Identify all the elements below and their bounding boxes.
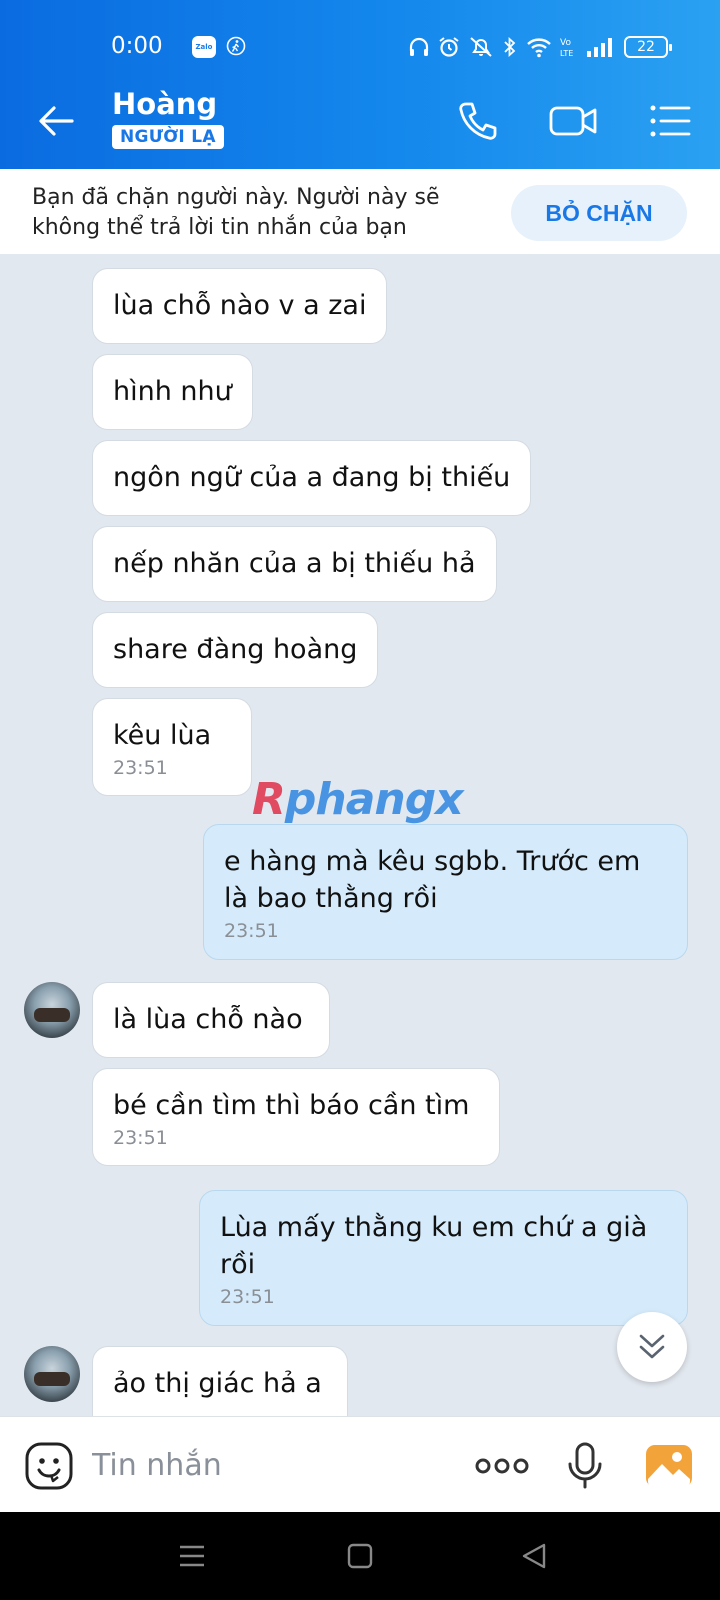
message-timestamp: 23:51 [224, 920, 279, 942]
message-bubble[interactable]: bé cần tìm thì báo cần tìm 23:51 [92, 1068, 500, 1166]
message-timestamp: 23:51 [113, 1127, 168, 1149]
unblock-button[interactable]: BỎ CHẶN [511, 185, 687, 241]
more-options-icon[interactable] [474, 1441, 530, 1491]
message-bubble[interactable]: share đàng hoàng [92, 612, 379, 688]
chat-header: Hoàng NGƯỜI LẠ [0, 73, 720, 169]
message-bubble[interactable]: hình như [92, 354, 253, 430]
running-person-icon [226, 36, 246, 56]
home-icon[interactable] [342, 1538, 378, 1574]
message-composer [0, 1416, 720, 1512]
video-call-icon[interactable] [548, 99, 600, 143]
message-text: ngôn ngữ của a đang bị thiếu [113, 462, 511, 493]
message-text: nếp nhăn của a bị thiếu hả [113, 548, 476, 579]
svg-text:Vo: Vo [560, 38, 571, 48]
message-text: là lùa chỗ nào [113, 1004, 303, 1035]
bluetooth-icon [504, 36, 516, 58]
watermark-logo: Rphangx [252, 774, 464, 825]
message-bubble[interactable]: lùa chỗ nào v a zai [92, 268, 388, 344]
message-bubble[interactable]: là lùa chỗ nào [92, 982, 330, 1058]
microphone-icon[interactable] [560, 1441, 610, 1491]
headphones-icon [409, 37, 429, 56]
message-bubble[interactable]: kêu lùa 23:51 [92, 698, 252, 796]
message-input[interactable] [92, 1443, 422, 1487]
message-bubble[interactable]: ngôn ngữ của a đang bị thiếu [92, 440, 532, 516]
zalo-notification-icon: Zalo [192, 36, 216, 58]
back-triangle-icon[interactable] [516, 1538, 552, 1574]
my-message-bubble[interactable]: e hàng mà kêu sgbb. Trước em là bao thằn… [203, 824, 688, 960]
message-text: kêu lùa [113, 720, 212, 751]
double-chevron-down-icon [639, 1334, 665, 1359]
silent-mode-icon [470, 37, 492, 57]
sticker-emoji-icon[interactable] [24, 1441, 74, 1491]
contact-avatar[interactable] [24, 1346, 80, 1402]
blocked-notice-text: Bạn đã chặn người này. Người này sẽ khôn… [32, 185, 440, 240]
message-text: bé cần tìm thì báo cần tìm [113, 1090, 470, 1121]
message-list[interactable]: lùa chỗ nào v a zai hình như ngôn ngữ củ… [0, 254, 720, 1416]
wifi-icon [527, 38, 551, 58]
message-text: ảo thị giác hả a [113, 1368, 322, 1399]
message-text: lùa chỗ nào v a zai [113, 290, 367, 321]
back-arrow-icon[interactable] [36, 101, 76, 141]
message-text: hình như [113, 376, 232, 407]
battery-indicator: 22 [624, 36, 672, 58]
contact-name[interactable]: Hoàng [112, 87, 217, 121]
message-text-line: rồi [220, 1249, 256, 1280]
recent-apps-icon[interactable] [174, 1538, 210, 1574]
phone-call-icon[interactable] [456, 99, 500, 143]
status-bar: 0:00 Zalo Vo LTE 22 [0, 0, 720, 73]
status-time: 0:00 [111, 33, 163, 59]
alarm-icon [439, 37, 459, 57]
contact-avatar[interactable] [24, 982, 80, 1038]
stranger-badge: NGƯỜI LẠ [112, 125, 224, 149]
message-timestamp: 23:51 [113, 757, 168, 779]
signal-icon [587, 38, 612, 57]
message-text: share đàng hoàng [113, 634, 358, 665]
system-navigation-bar [0, 1512, 720, 1600]
message-text-line: Lùa mấy thằng ku em chứ a già [220, 1212, 648, 1243]
message-timestamp: 23:51 [220, 1286, 275, 1308]
watermark-part2: phangx [284, 774, 464, 825]
watermark-part1: R [252, 774, 286, 825]
volte-icon: VoLTE [560, 38, 573, 58]
message-text-line: là bao thằng rồi [224, 883, 438, 914]
photo-gallery-icon[interactable] [644, 1441, 694, 1491]
my-message-bubble[interactable]: Lùa mấy thằng ku em chứ a già rồi 23:51 [199, 1190, 688, 1326]
status-right-icons: Vo LTE 22 [408, 34, 672, 60]
svg-text:LTE: LTE [560, 49, 573, 58]
message-text-line: e hàng mà kêu sgbb. Trước em [224, 846, 641, 877]
message-bubble[interactable]: nếp nhăn của a bị thiếu hả [92, 526, 497, 602]
menu-list-icon[interactable] [648, 99, 692, 143]
blocked-banner: Bạn đã chặn người này. Người này sẽ khôn… [0, 169, 720, 254]
scroll-to-bottom-button[interactable] [617, 1312, 687, 1382]
message-bubble[interactable]: ảo thị giác hả a [92, 1346, 348, 1416]
